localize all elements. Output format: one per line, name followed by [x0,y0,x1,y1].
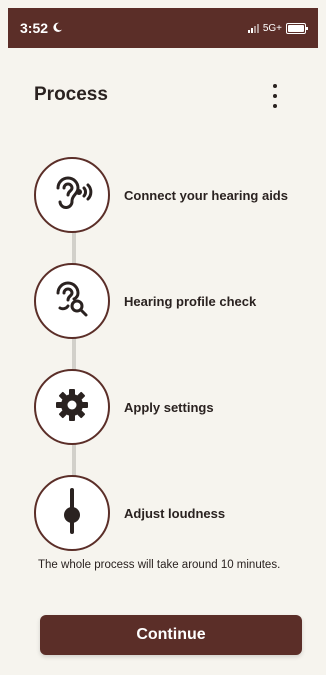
signal-icon [247,23,259,33]
header: Process [8,48,318,144]
moon-icon [52,20,63,36]
status-bar: 3:52 5G+ [8,8,318,48]
duration-note: The whole process will take around 10 mi… [38,559,281,571]
step-connect: Connect your hearing aids [34,155,318,235]
step-label: Adjust loudness [124,505,226,521]
page-title: Process [34,84,108,105]
step-circle [34,475,110,551]
step-profile-check: Hearing profile check [34,261,318,341]
ear-sound-icon [49,170,95,221]
battery-icon [286,22,308,34]
network-label: 5G+ [262,22,282,34]
step-label: Apply settings [124,399,214,415]
status-time: 3:52 [20,20,49,36]
step-label: Connect your hearing aids [124,187,288,203]
step-circle [34,369,110,445]
gear-icon [50,383,94,432]
process-steps: Connect your hearing aids Hearing profil… [8,154,318,554]
slider-icon [50,486,94,541]
step-apply-settings: Apply settings [34,367,318,447]
continue-button[interactable]: Continue [40,615,302,655]
step-label: Hearing profile check [124,293,257,309]
step-circle [34,263,110,339]
step-adjust-loudness: Adjust loudness [34,473,318,553]
status-time-group: 3:52 [20,20,63,36]
ear-search-icon [49,276,95,327]
more-options-icon[interactable] [268,82,282,110]
step-circle [34,157,110,233]
status-indicators: 5G+ [247,22,308,34]
